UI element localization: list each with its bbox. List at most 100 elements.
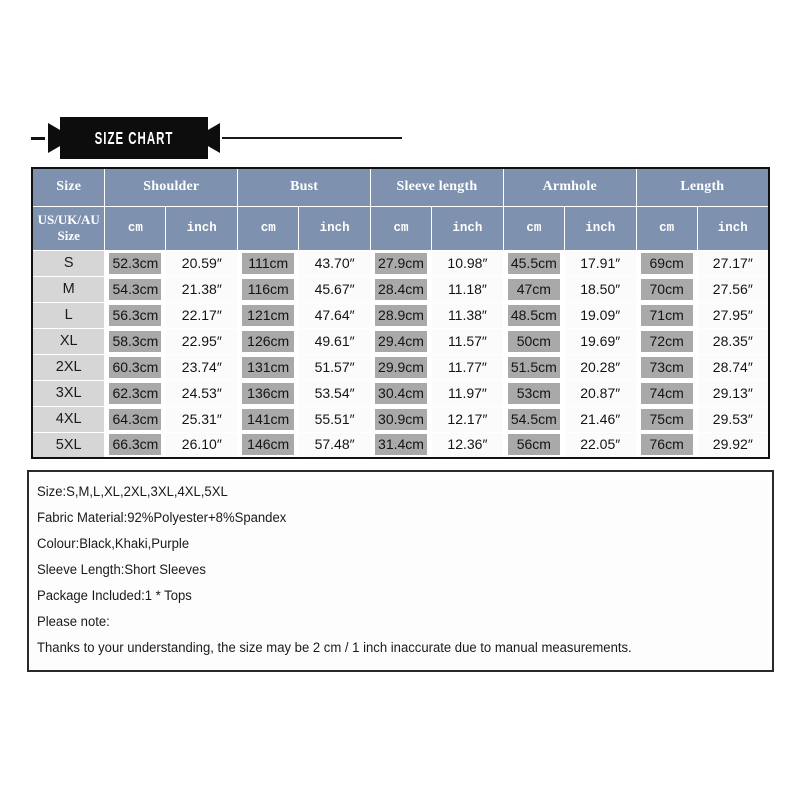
cell-value: 27.56″ <box>712 280 753 297</box>
cell-bust-in: 57.48″ <box>298 431 372 459</box>
cell-bust-in: 49.61″ <box>298 327 372 355</box>
cell-value: 47.64″ <box>314 306 355 323</box>
cell-value: 30.9cm <box>375 408 427 430</box>
header-unit-bust-cm: cm <box>237 205 300 251</box>
note-line: Sleeve Length:Short Sleeves <box>37 562 206 577</box>
cell-value: 51.57″ <box>314 358 355 375</box>
cell-value: 116cm <box>242 278 295 300</box>
table-row: XL 58.3cm 22.95″ 126cm 49.61″ 29.4cm 11.57″ 50c… <box>31 327 770 355</box>
cell-bust-in: 53.54″ <box>298 379 372 407</box>
header-group-sleeve-length: Sleeve length <box>370 167 504 207</box>
cell-sleeve-in: 10.98″ <box>430 249 504 277</box>
cell-size-label: L <box>31 301 106 329</box>
header-size-region-line1: US/UK/AU <box>37 211 100 227</box>
cell-value: 126cm <box>242 330 295 352</box>
cell-value: 12.36″ <box>447 436 488 453</box>
note-line: Colour:Black,Khaki,Purple <box>37 536 190 551</box>
cell-value: 25.31″ <box>181 410 222 427</box>
cell-length-in: 27.17″ <box>696 249 770 277</box>
header-unit-length-inch: inch <box>696 205 770 251</box>
cell-value: 28.74″ <box>712 358 753 375</box>
table-row: 5XL 66.3cm 26.10″ 146cm 57.48″ 31.4cm 12.36″ 56… <box>31 431 770 459</box>
cell-armhole-in: 20.87″ <box>563 379 637 407</box>
cell-value: 70cm <box>640 278 693 300</box>
note-line: Size:S,M,L,XL,2XL,3XL,4XL,5XL <box>37 484 228 499</box>
cell-length-in: 27.56″ <box>696 275 770 303</box>
cell-value: 73cm <box>640 356 693 378</box>
cell-bust-in: 45.67″ <box>298 275 372 303</box>
cell-length-in: 29.13″ <box>696 379 770 407</box>
cell-sleeve-cm: 29.9cm <box>370 353 432 381</box>
header-unit-armhole-inch: inch <box>563 205 637 251</box>
cell-value: 20.59″ <box>181 254 222 271</box>
cell-value: 121cm <box>242 304 295 326</box>
cell-length-cm: 76cm <box>635 431 698 459</box>
table-body: S 52.3cm 20.59″ 111cm 43.70″ 27.9cm 10.98″ 45.5… <box>31 249 770 459</box>
cell-value: 54.5cm <box>507 408 560 430</box>
cell-value: 19.09″ <box>580 306 621 323</box>
cell-value: 20.87″ <box>580 384 621 401</box>
cell-value: 146cm <box>242 434 295 456</box>
cell-value: 54.3cm <box>109 278 162 300</box>
cell-shoulder-cm: 56.3cm <box>104 301 167 329</box>
cell-value: 28.4cm <box>375 278 427 300</box>
cell-value: 75cm <box>640 408 693 430</box>
header-unit-bust-inch: inch <box>298 205 372 251</box>
cell-value: 74cm <box>640 382 693 404</box>
cell-shoulder-cm: 58.3cm <box>104 327 167 355</box>
cell-sleeve-in: 12.17″ <box>430 405 504 433</box>
cell-length-in: 28.35″ <box>696 327 770 355</box>
cell-length-cm: 69cm <box>635 249 698 277</box>
size-chart-page: SIZE CHART Size Shoulder Bust Sleeve len… <box>0 0 800 800</box>
cell-value: 29.53″ <box>712 410 753 427</box>
header-group-armhole: Armhole <box>502 167 637 207</box>
cell-armhole-in: 17.91″ <box>563 249 637 277</box>
cell-value: 21.38″ <box>181 280 222 297</box>
cell-value: 29.92″ <box>712 436 753 453</box>
cell-length-in: 29.92″ <box>696 431 770 459</box>
cell-shoulder-cm: 60.3cm <box>104 353 167 381</box>
header-group-length: Length <box>635 167 770 207</box>
table-row: 2XL 60.3cm 23.74″ 131cm 51.57″ 29.9cm 11.77″ 51… <box>31 353 770 381</box>
header-size-region-line2: Size <box>57 228 80 243</box>
cell-sleeve-in: 11.38″ <box>430 301 504 329</box>
header-unit-shoulder-cm: cm <box>104 205 167 251</box>
table-row: L 56.3cm 22.17″ 121cm 47.64″ 28.9cm 11.38″ 48.5… <box>31 301 770 329</box>
cell-value: 56.3cm <box>109 304 162 326</box>
cell-value: 24.53″ <box>181 384 222 401</box>
cell-value: 64.3cm <box>109 408 162 430</box>
cell-value: 22.17″ <box>181 306 222 323</box>
cell-length-cm: 70cm <box>635 275 698 303</box>
cell-armhole-in: 19.69″ <box>563 327 637 355</box>
cell-bust-in: 43.70″ <box>298 249 372 277</box>
header-unit-row: US/UK/AU Size cm inch cm inch cm inch cm… <box>31 205 770 251</box>
cell-value: 45.67″ <box>314 280 355 297</box>
header-unit-length-cm: cm <box>635 205 698 251</box>
cell-sleeve-in: 11.77″ <box>430 353 504 381</box>
cell-value: 62.3cm <box>109 382 162 404</box>
cell-size-label: 4XL <box>31 405 106 433</box>
cell-value: 19.69″ <box>580 332 621 349</box>
table-row: 4XL 64.3cm 25.31″ 141cm 55.51″ 30.9cm 12.17″ 54… <box>31 405 770 433</box>
cell-value: 11.18″ <box>447 280 487 297</box>
cell-size-label: M <box>31 275 106 303</box>
cell-value: 141cm <box>242 408 295 430</box>
cell-armhole-cm: 47cm <box>502 275 565 303</box>
note-line: Please note: <box>37 614 110 629</box>
cell-bust-cm: 111cm <box>237 249 300 277</box>
notes-panel: Size:S,M,L,XL,2XL,3XL,4XL,5XL Fabric Mat… <box>27 470 774 672</box>
cell-value: 48.5cm <box>507 304 560 326</box>
cell-value: 20.28″ <box>580 358 621 375</box>
cell-value: 111cm <box>242 252 295 274</box>
cell-bust-cm: 116cm <box>237 275 300 303</box>
cell-sleeve-cm: 31.4cm <box>370 431 432 459</box>
cell-length-cm: 75cm <box>635 405 698 433</box>
cell-armhole-cm: 56cm <box>502 431 565 459</box>
cell-value: 56cm <box>507 434 560 456</box>
cell-bust-cm: 126cm <box>237 327 300 355</box>
cell-shoulder-in: 22.95″ <box>165 327 239 355</box>
cell-value: 49.61″ <box>314 332 355 349</box>
cell-armhole-cm: 50cm <box>502 327 565 355</box>
cell-bust-cm: 131cm <box>237 353 300 381</box>
cell-sleeve-in: 11.97″ <box>430 379 504 407</box>
